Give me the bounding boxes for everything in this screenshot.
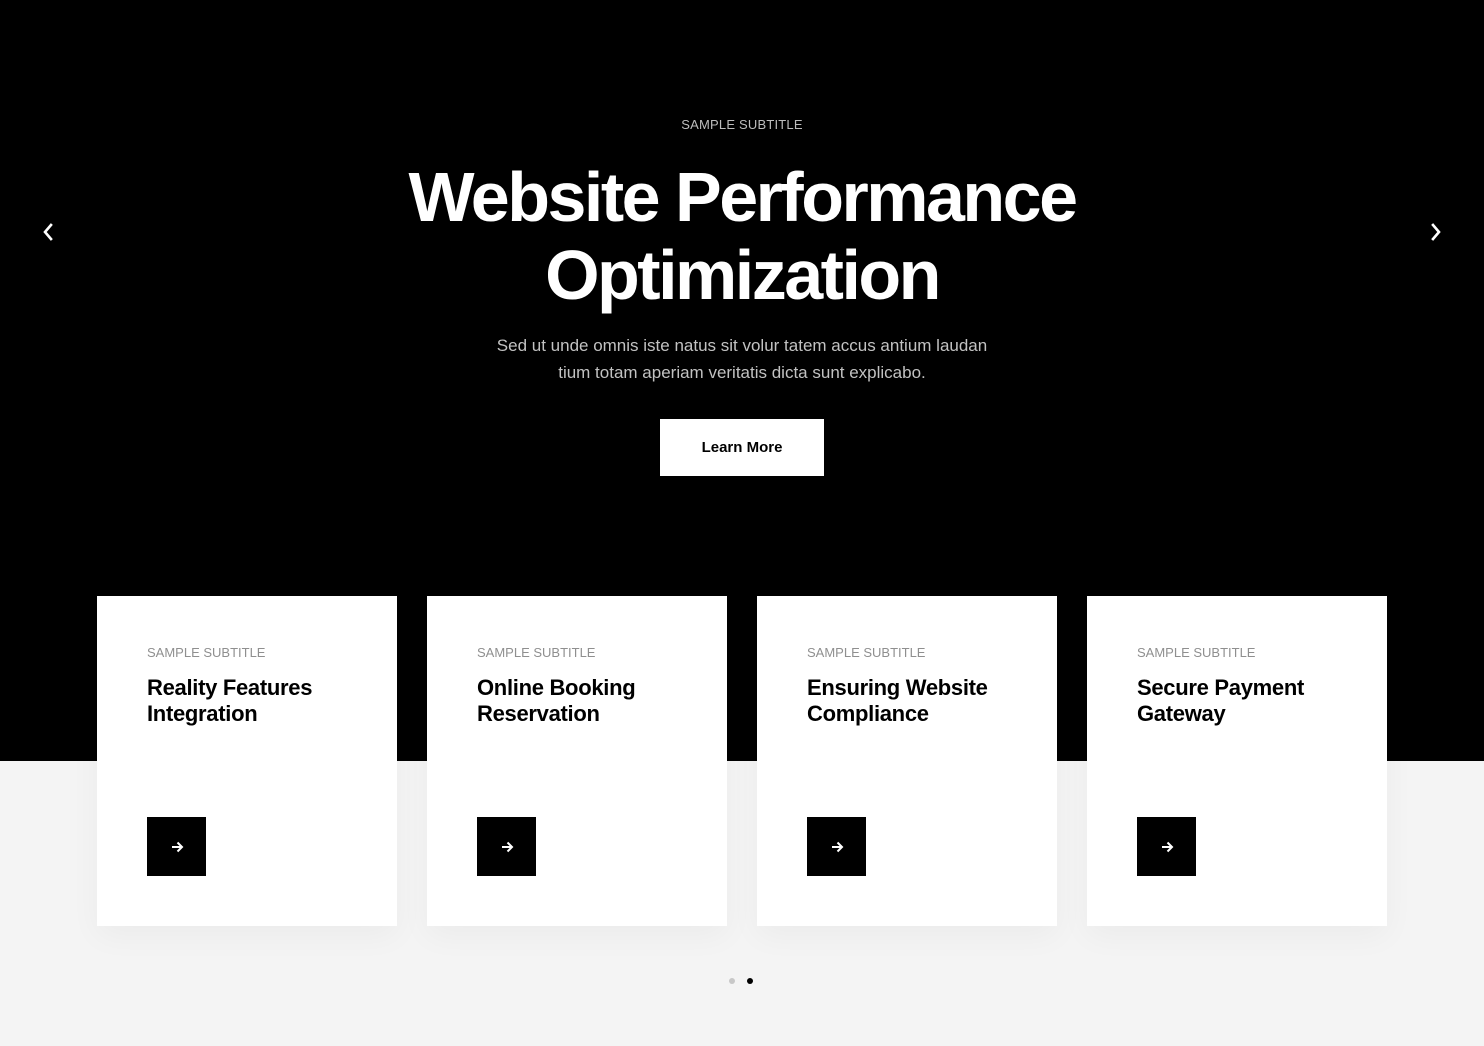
hero-title-line-1: Website Performance <box>408 158 1078 236</box>
pagination-dot[interactable] <box>747 978 753 984</box>
arrow-right-icon <box>501 841 513 852</box>
hero-description-line-2: tium totam aperiam veritatis dicta sunt … <box>558 363 926 382</box>
hero-description-line-1: Sed ut unde omnis iste natus sit volur t… <box>496 336 988 355</box>
hero-description: Sed ut unde omnis iste natus sit volur t… <box>472 332 1012 386</box>
card-arrow-button[interactable] <box>477 817 536 876</box>
hero-subtitle: SAMPLE SUBTITLE <box>681 117 803 132</box>
card-title: Ensuring Website Compliance <box>807 675 1027 727</box>
chevron-right-icon <box>1431 223 1441 241</box>
card-title: Secure Payment Gateway <box>1137 675 1357 727</box>
card-title-line-1: Ensuring Website <box>807 675 988 700</box>
learn-more-button[interactable]: Learn More <box>660 419 824 476</box>
service-card: SAMPLE SUBTITLE Online Booking Reservati… <box>427 596 727 926</box>
arrow-right-icon <box>831 841 843 852</box>
card-subtitle: SAMPLE SUBTITLE <box>147 645 266 660</box>
card-title: Online Booking Reservation <box>477 675 697 727</box>
service-card: SAMPLE SUBTITLE Secure Payment Gateway <box>1087 596 1387 926</box>
arrow-right-icon <box>171 841 183 852</box>
hero-title: Website Performance Optimization <box>0 158 1484 314</box>
card-title-line-2: Compliance <box>807 701 929 726</box>
card-title-line-1: Reality Features <box>147 675 313 700</box>
card-subtitle: SAMPLE SUBTITLE <box>477 645 596 660</box>
card-arrow-button[interactable] <box>147 817 206 876</box>
card-title-line-2: Gateway <box>1137 701 1226 726</box>
card-arrow-button[interactable] <box>807 817 866 876</box>
card-title-line-2: Reservation <box>477 701 600 726</box>
page: SAMPLE SUBTITLE Website Performance Opti… <box>0 0 1484 1046</box>
card-title-line-2: Integration <box>147 701 258 726</box>
pagination-dot[interactable] <box>729 978 735 984</box>
carousel-pagination <box>729 978 753 984</box>
service-card: SAMPLE SUBTITLE Ensuring Website Complia… <box>757 596 1057 926</box>
card-title-line-1: Online Booking <box>477 675 636 700</box>
service-cards: SAMPLE SUBTITLE Reality Features Integra… <box>97 596 1387 926</box>
card-arrow-button[interactable] <box>1137 817 1196 876</box>
card-subtitle: SAMPLE SUBTITLE <box>807 645 926 660</box>
card-title: Reality Features Integration <box>147 675 367 727</box>
service-card: SAMPLE SUBTITLE Reality Features Integra… <box>97 596 397 926</box>
card-subtitle: SAMPLE SUBTITLE <box>1137 645 1256 660</box>
slider-next-button[interactable] <box>1422 218 1450 246</box>
card-title-line-1: Secure Payment <box>1137 675 1304 700</box>
hero-title-line-2: Optimization <box>545 236 941 314</box>
arrow-right-icon <box>1161 841 1173 852</box>
